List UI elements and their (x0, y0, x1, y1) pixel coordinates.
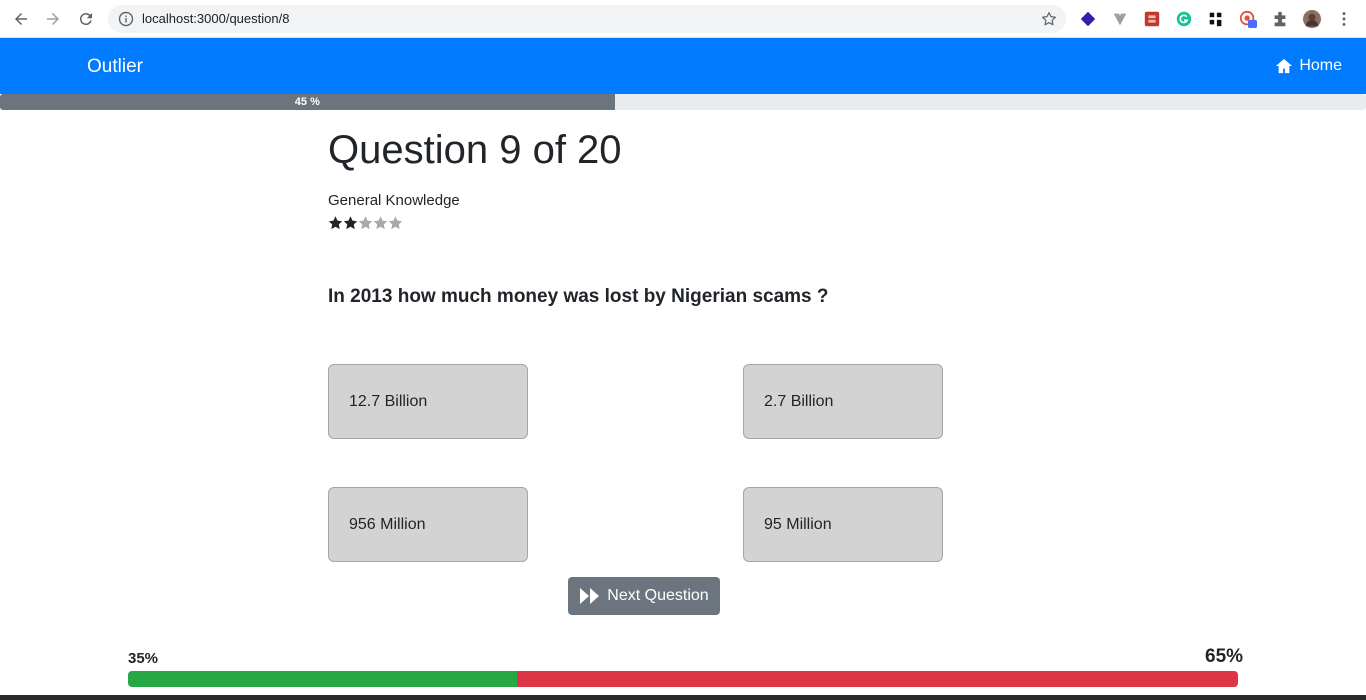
star-empty-icon (388, 216, 403, 230)
star-filled-icon (328, 216, 343, 230)
answer-option-1[interactable]: 12.7 Billion (328, 364, 528, 439)
reload-button[interactable] (74, 7, 98, 31)
reload-icon (79, 13, 92, 26)
star-empty-icon (373, 216, 388, 230)
next-question-button[interactable]: Next Question (568, 577, 720, 615)
address-bar[interactable]: localhost:3000/question/8 (108, 5, 1066, 33)
score-bar (128, 671, 1238, 687)
browser-menu-icon[interactable] (1334, 9, 1354, 29)
grammarly-icon[interactable] (1174, 9, 1194, 29)
home-label: Home (1299, 57, 1342, 74)
os-taskbar-edge (0, 695, 1366, 700)
star-filled-icon (343, 216, 358, 230)
quiz-progress-bar: 45 % (0, 94, 1366, 110)
browser-toolbar: localhost:3000/question/8 (0, 0, 1366, 38)
url-text: localhost:3000/question/8 (142, 11, 290, 26)
answer-option-4[interactable]: 95 Million (743, 487, 943, 562)
home-icon (1276, 58, 1293, 74)
home-link[interactable]: Home (1275, 57, 1342, 75)
arrow-right-icon (47, 13, 59, 25)
vuetify-icon[interactable] (1110, 9, 1130, 29)
next-question-label: Next Question (607, 587, 709, 604)
answer-option-3[interactable]: 956 Million (328, 487, 528, 562)
info-icon[interactable] (118, 11, 134, 27)
score-correct-segment (128, 671, 517, 687)
score-wrong-segment (516, 671, 1238, 687)
grid-icon[interactable] (1206, 9, 1226, 29)
quiz-progress-label: 45 % (294, 96, 320, 108)
answer-option-2[interactable]: 2.7 Billion (743, 364, 943, 439)
back-button[interactable] (9, 7, 33, 31)
puzzle-icon[interactable] (1270, 9, 1290, 29)
forward-button[interactable] (41, 7, 65, 31)
brand-logo[interactable]: Outlier (87, 56, 143, 78)
quiz-progress-fill: 45 % (0, 94, 615, 110)
badge-extension-icon[interactable] (1238, 9, 1258, 29)
difficulty-stars (328, 215, 403, 231)
bookmark-star-icon[interactable] (1040, 10, 1058, 28)
question-category: General Knowledge (328, 192, 460, 209)
pdf-icon[interactable] (1142, 9, 1162, 29)
fast-forward-icon (580, 588, 600, 604)
stack-icon[interactable] (1078, 9, 1098, 29)
score-wrong-label: 65% (1205, 646, 1244, 667)
question-text: In 2013 how much money was lost by Niger… (328, 286, 829, 307)
app-navbar: Outlier Home (0, 38, 1366, 94)
star-empty-icon (358, 216, 373, 230)
profile-avatar[interactable] (1302, 9, 1322, 29)
arrow-left-icon (15, 13, 27, 25)
question-title: Question 9 of 20 (328, 128, 622, 172)
score-correct-label: 35% (128, 650, 159, 667)
